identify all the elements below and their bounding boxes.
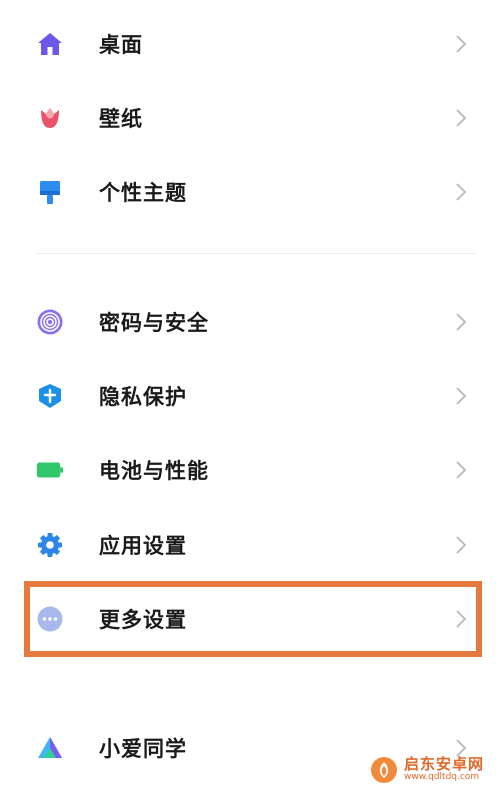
- fingerprint-icon: [36, 308, 64, 336]
- settings-item-label: 密码与安全: [99, 311, 209, 335]
- xiaoai-icon: [36, 734, 64, 762]
- settings-item-privacy[interactable]: 隐私保护: [0, 368, 500, 424]
- flower-icon: [36, 104, 64, 132]
- watermark-logo-icon: [371, 757, 397, 783]
- battery-icon: [36, 456, 64, 484]
- watermark: 启东安卓网 www.qdltdq.com: [370, 750, 498, 790]
- chevron-right-icon: [456, 183, 467, 201]
- settings-item-label: 小爱同学: [99, 737, 187, 761]
- chevron-right-icon: [456, 387, 467, 405]
- settings-item-app-settings[interactable]: 应用设置: [0, 517, 500, 573]
- watermark-url: www.qdltdq.com: [404, 772, 480, 783]
- home-icon: [36, 30, 64, 58]
- settings-item-label: 电池与性能: [99, 459, 209, 483]
- watermark-name: 启东安卓网: [404, 755, 485, 774]
- paintbrush-icon: [36, 178, 64, 206]
- chevron-right-icon: [456, 35, 467, 53]
- settings-item-desktop[interactable]: 桌面: [0, 16, 500, 72]
- settings-item-wallpaper[interactable]: 壁纸: [0, 90, 500, 146]
- settings-item-label: 壁纸: [99, 107, 143, 131]
- chevron-right-icon: [456, 536, 467, 554]
- chevron-right-icon: [456, 313, 467, 331]
- chevron-right-icon: [456, 109, 467, 127]
- gear-icon: [36, 531, 64, 559]
- settings-item-password-security[interactable]: 密码与安全: [0, 294, 500, 350]
- shield-icon: [36, 382, 64, 410]
- settings-item-themes[interactable]: 个性主题: [0, 164, 500, 220]
- chevron-right-icon: [456, 461, 467, 479]
- settings-item-battery-performance[interactable]: 电池与性能: [0, 442, 500, 498]
- settings-item-label: 桌面: [99, 33, 143, 57]
- highlight-box: [24, 581, 482, 657]
- settings-item-label: 应用设置: [99, 534, 187, 558]
- section-divider: [36, 253, 476, 254]
- settings-item-label: 个性主题: [99, 181, 187, 205]
- settings-item-label: 隐私保护: [99, 385, 187, 409]
